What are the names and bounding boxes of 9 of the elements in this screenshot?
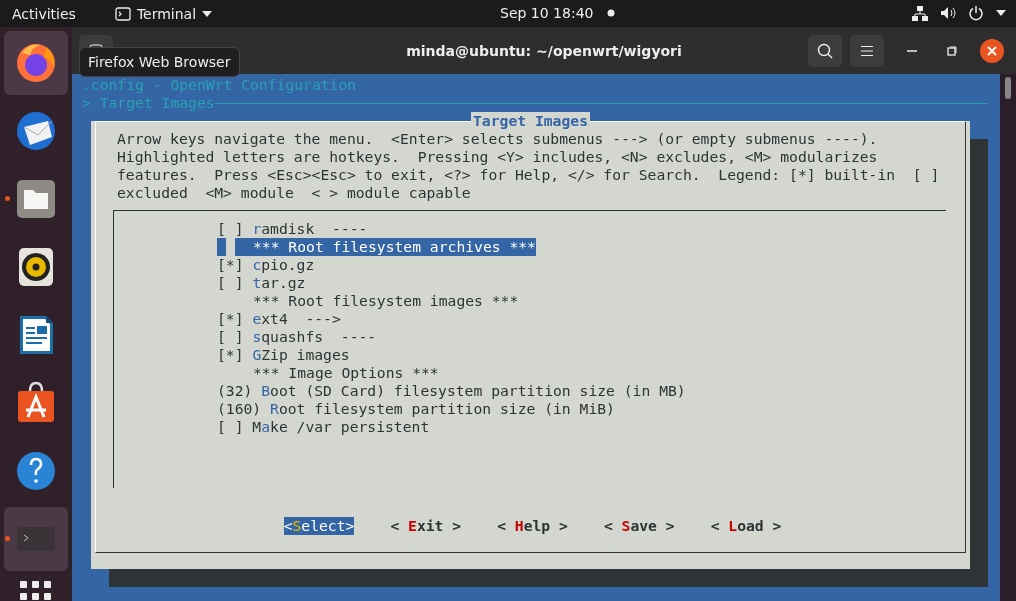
help-text: Highlighted letters are hotkeys. Pressing <Y> includes, <N> excludes, <M> modularizes <box>117 148 878 166</box>
help-text: Arrow keys navigate the menu. <Enter> selects submenus ---> (or empty submenus ----). <box>117 130 878 148</box>
help-text: features. Press <Esc><Esc> to exit, <?> for Help, </> for Search. Legend: [*] built-in [ ] <box>117 166 940 184</box>
dialog-title: Target Images <box>471 112 590 130</box>
help-text: excluded <M> module < > module capable <box>117 184 471 202</box>
tooltip-text: Firefox Web Browser <box>88 54 231 70</box>
breadcrumb: > Target Images <box>82 94 215 112</box>
window-title: minda@ubuntu: ~/openwrt/wigyori <box>406 42 682 59</box>
screen-title: .config - OpenWrt Configuration <box>82 76 358 94</box>
